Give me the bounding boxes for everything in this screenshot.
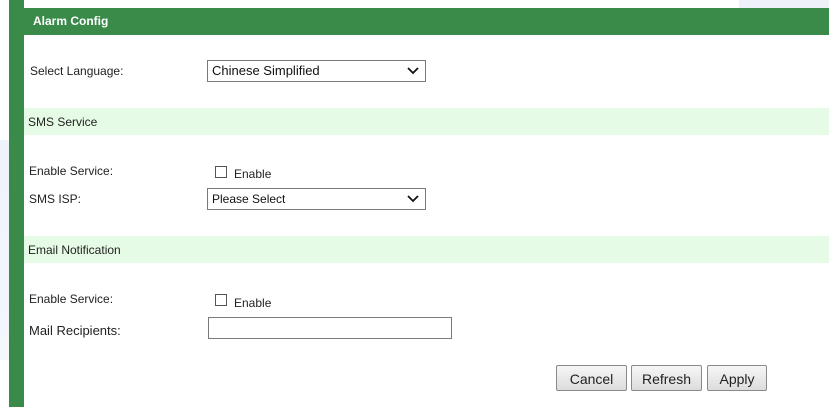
email-enable-checkbox[interactable] [215,294,227,306]
chevron-down-icon [407,195,419,203]
language-select-value: Chinese Simplified [212,63,320,78]
sms-service-section-header: SMS Service [24,108,829,135]
cancel-button[interactable]: Cancel [556,365,627,391]
sms-enable-checkbox[interactable] [215,166,227,178]
language-select[interactable]: Chinese Simplified [207,60,426,82]
chevron-down-icon [407,67,419,75]
sms-isp-select[interactable]: Please Select [207,188,426,210]
email-enable-service-label: Enable Service: [29,292,114,306]
refresh-button[interactable]: Refresh [631,365,702,391]
left-accent-rail [9,0,24,407]
sms-service-title: SMS Service [28,115,98,129]
select-language-label: Select Language: [30,64,124,78]
sms-isp-select-value: Please Select [212,192,286,206]
sms-enable-service-label: Enable Service: [29,164,114,178]
email-enable-checkbox-label: Enable [234,296,272,310]
email-notification-section-header: Email Notification [24,236,829,263]
apply-button[interactable]: Apply [707,365,767,391]
mail-recipients-label: Mail Recipients: [29,323,121,338]
sms-enable-checkbox-label: Enable [234,167,272,181]
config-form: Select Language: Chinese Simplified SMS … [24,35,829,407]
alarm-config-page: Alarm Config Select Language: Chinese Si… [0,0,829,407]
page-title: Alarm Config [9,8,829,35]
mail-recipients-input[interactable] [208,317,452,339]
email-notification-title: Email Notification [28,243,121,257]
sms-isp-label: SMS ISP: [29,192,82,206]
